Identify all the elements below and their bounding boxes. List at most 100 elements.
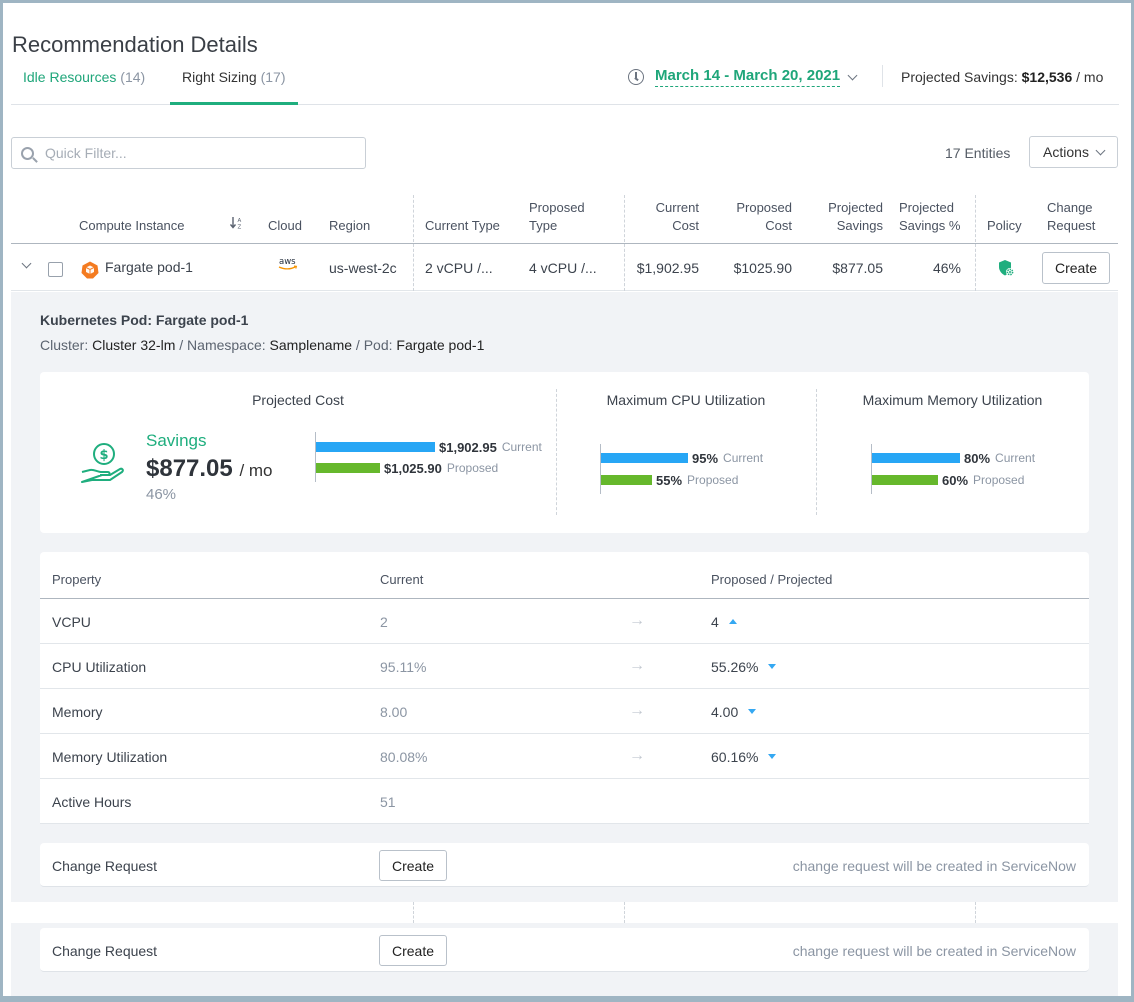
mem-proposed-bar [872, 475, 938, 485]
projected-cost-title: Projected Cost [252, 392, 344, 408]
cost-current-value: $1,902.95 [439, 439, 497, 455]
property-proposed-value: 60.16% [711, 749, 759, 765]
property-proposed-value: 4.00 [711, 704, 739, 720]
col-cloud[interactable]: Cloud [268, 217, 302, 235]
column-divider [975, 902, 976, 923]
kubernetes-pod-icon [81, 261, 99, 279]
cost-proposed-label: Proposed [446, 461, 499, 475]
entity-count: 17 Entities [945, 145, 1011, 161]
header-line: Cost [765, 218, 792, 233]
savings-label: Savings [146, 431, 207, 450]
namespace-value: Samplename [269, 337, 353, 353]
svg-text:aws: aws [279, 257, 296, 267]
pod-value: Fargate pod-1 [396, 337, 485, 353]
header-line: Projected [828, 200, 883, 215]
cpu-proposed-label: Proposed [687, 473, 739, 487]
col-compute-instance[interactable]: Compute Instance [79, 217, 185, 235]
instance-name[interactable]: Fargate pod-1 [105, 259, 193, 275]
change-request-note: change request will be created in Servic… [792, 943, 1076, 959]
current-cost: $1,902.95 [636, 260, 699, 276]
table-row[interactable]: Fargate pod-1 aws us-west-2c 2 vCPU /...… [11, 244, 1118, 291]
cpu-utilization-title: Maximum CPU Utilization [606, 392, 766, 408]
col-proposed-type[interactable]: Proposed Type [529, 199, 585, 235]
chevron-down-icon [1095, 145, 1106, 155]
savings-amount: $877.05 [146, 455, 233, 482]
column-divider [413, 902, 414, 923]
page-title: Recommendation Details [12, 31, 258, 57]
col-projected-savings-pct[interactable]: Projected Savings % [899, 199, 960, 235]
proposed-cost: $1025.90 [733, 260, 792, 276]
mem-current-value: 80% [964, 450, 991, 466]
projected-savings-value: $12,536 [1021, 69, 1073, 85]
projected-savings-summary: Projected Savings: $12,536 / mo [901, 69, 1103, 85]
tab-idle-resources[interactable]: Idle Resources (14) [11, 69, 157, 104]
cluster-value: Cluster 32-lm [92, 337, 176, 353]
col-policy[interactable]: Policy [987, 217, 1022, 235]
date-range-link[interactable]: March 14 - March 20, 2021 [655, 67, 841, 87]
tab-right-sizing[interactable]: Right Sizing (17) [170, 69, 298, 105]
header-line: Savings % [899, 218, 961, 233]
col-projected-savings[interactable]: Projected Savings [811, 199, 883, 235]
row-checkbox[interactable] [48, 262, 63, 277]
expand-chevron-icon[interactable] [21, 258, 32, 269]
create-change-request-button[interactable]: Create [379, 935, 447, 966]
col-current-type[interactable]: Current Type [425, 217, 500, 235]
header-line: Request [1047, 218, 1096, 233]
current-type: 2 vCPU /... [425, 260, 493, 276]
projected-savings: $877.05 [832, 260, 883, 276]
expanded-detail-panel-2: Change Request Create change request wil… [11, 923, 1118, 996]
aws-logo-icon: aws [277, 256, 299, 275]
header-property: Property [52, 572, 102, 587]
date-range-picker[interactable]: March 14 - March 20, 2021 [628, 67, 858, 87]
trend-up-icon [728, 619, 737, 624]
svg-text:$: $ [99, 448, 108, 463]
mem-current-label: Current [995, 451, 1036, 465]
memory-utilization-title: Maximum Memory Utilization [862, 392, 1043, 408]
trend-down-icon [748, 709, 757, 714]
expanded-detail-panel: Kubernetes Pod: Fargate pod-1 Cluster: C… [11, 292, 1118, 902]
header-line: Current [655, 200, 699, 215]
property-proposed: 4.00 [711, 704, 757, 720]
chevron-down-icon[interactable] [847, 70, 858, 80]
header-current: Current [380, 572, 424, 587]
property-row: Active Hours 51 [40, 779, 1089, 824]
divider [882, 65, 883, 87]
column-divider [413, 244, 414, 291]
mem-proposed-label: Proposed [973, 473, 1025, 487]
savings-percent: 46% [146, 486, 177, 503]
property-row: Memory Utilization 80.08% → 60.16% [40, 734, 1089, 779]
quick-filter[interactable] [11, 137, 366, 169]
header-line: Change [1047, 200, 1093, 215]
column-divider [624, 902, 625, 923]
projected-savings-pct: 46% [932, 260, 961, 276]
col-change-request[interactable]: Change Request [1047, 199, 1095, 235]
arrow-right-icon: → [629, 702, 645, 719]
sort-icon[interactable]: AZ [229, 216, 244, 235]
actions-dropdown-button[interactable]: Actions [1029, 136, 1118, 168]
create-change-request-button[interactable]: Create [1042, 252, 1110, 284]
bar-axis [871, 444, 872, 494]
cluster-label: Cluster: [40, 337, 89, 353]
property-proposed-value: 55.26% [711, 659, 759, 675]
recommendation-details-panel: Recommendation Details Idle Resources (1… [3, 3, 1131, 996]
detail-title: Kubernetes Pod: Fargate pod-1 [40, 312, 249, 328]
cpu-current-label: Current [723, 451, 764, 465]
cpu-current-bar [601, 453, 688, 463]
col-region[interactable]: Region [329, 217, 370, 235]
property-name: CPU Utilization [52, 659, 147, 675]
create-change-request-button[interactable]: Create [379, 850, 447, 881]
property-row: CPU Utilization 95.11% → 55.26% [40, 644, 1089, 689]
actions-label: Actions [1043, 144, 1089, 160]
change-request-row: Change Request Create change request wil… [40, 843, 1089, 887]
mem-current-row: 80% Current [872, 450, 1036, 466]
property-name: VCPU [52, 614, 91, 630]
change-request-label: Change Request [52, 858, 158, 874]
savings-money-hand-icon: $ [81, 443, 124, 483]
col-current-cost[interactable]: Current Cost [651, 199, 699, 235]
quick-filter-input[interactable] [43, 144, 343, 162]
cpu-proposed-row: 55% Proposed [601, 473, 739, 488]
cost-proposed-value: $1,025.90 [384, 460, 442, 476]
policy-shield-icon[interactable] [997, 259, 1015, 280]
mem-proposed-row: 60% Proposed [872, 473, 1025, 488]
col-proposed-cost[interactable]: Proposed Cost [726, 199, 792, 235]
